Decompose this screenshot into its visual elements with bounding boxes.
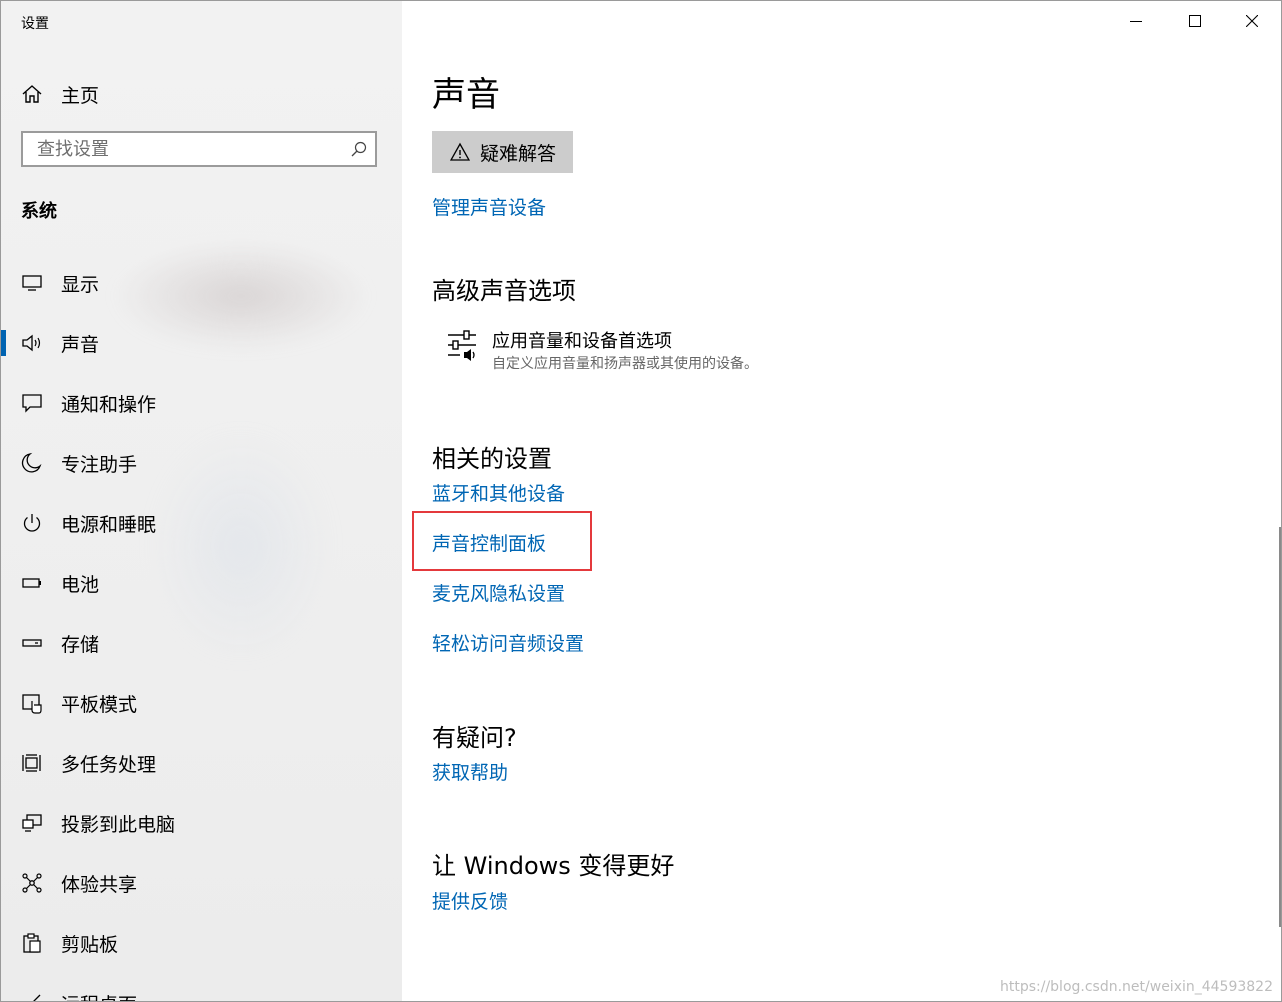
tablet-mode-icon [21,692,43,714]
sidebar-item-focus-assist[interactable]: 专注助手 [1,433,402,493]
page-title: 声音 [432,75,500,115]
highlight-box [412,511,592,571]
bluetooth-devices-link[interactable]: 蓝牙和其他设备 [432,479,565,506]
scrollbar[interactable] [1279,527,1281,927]
monitor-icon [21,272,43,294]
sidebar-item-label: 投影到此电脑 [61,814,176,836]
multitasking-icon [21,752,43,774]
search-icon[interactable] [351,141,367,157]
sidebar-item-label: 多任务处理 [61,754,157,776]
battery-icon [21,572,43,594]
get-help-link[interactable]: 获取帮助 [432,758,508,785]
app-title: 设置 [21,16,49,32]
project-icon [21,812,43,834]
troubleshoot-button[interactable]: 疑难解答 [432,131,573,173]
sidebar-item-battery[interactable]: 电池 [1,553,402,613]
sidebar-item-label: 专注助手 [61,454,138,476]
remote-desktop-icon [21,992,43,1001]
sidebar: 设置 主页 系统 显示 声 [1,1,402,1001]
help-heading: 有疑问? [432,724,517,752]
sidebar-item-label: 剪贴板 [61,934,119,956]
power-icon [21,512,43,534]
sidebar-item-label: 声音 [61,334,100,356]
sidebar-item-label: 显示 [61,274,100,296]
sidebar-item-sound[interactable]: 声音 [1,313,402,373]
sidebar-item-display[interactable]: 显示 [1,253,402,313]
sidebar-item-label: 体验共享 [61,874,138,896]
related-settings-heading: 相关的设置 [432,445,552,473]
feedback-heading: 让 Windows 变得更好 [432,852,675,880]
sidebar-item-label: 通知和操作 [61,394,157,416]
main-content: 声音 疑难解答 管理声音设备 高级声音选项 应用音量和设备首选项 自定义应用音量… [402,1,1281,1001]
app-volume-description: 自定义应用音量和扬声器或其使用的设备。 [492,356,758,372]
sidebar-item-clipboard[interactable]: 剪贴板 [1,913,402,973]
home-label: 主页 [61,84,100,107]
home-nav-item[interactable]: 主页 [21,79,99,109]
give-feedback-link[interactable]: 提供反馈 [432,887,508,914]
app-volume-preferences-item[interactable]: 应用音量和设备首选项 自定义应用音量和扬声器或其使用的设备。 [442,325,842,375]
sidebar-item-label: 存储 [61,634,100,656]
notification-icon [21,392,43,414]
close-button[interactable] [1229,1,1275,41]
sidebar-item-remote-desktop[interactable]: 远程桌面 [1,973,402,1001]
manage-sound-devices-link[interactable]: 管理声音设备 [432,193,546,220]
watermark: https://blog.csdn.net/weixin_44593822 [999,979,1273,995]
sidebar-item-project[interactable]: 投影到此电脑 [1,793,402,853]
sidebar-item-power-sleep[interactable]: 电源和睡眠 [1,493,402,553]
maximize-button[interactable] [1172,1,1218,41]
search-box[interactable] [21,131,377,167]
sidebar-item-label: 电源和睡眠 [61,514,157,536]
troubleshoot-label: 疑难解答 [480,142,557,165]
sidebar-nav: 显示 声音 通知和操作 专注助手 电源和睡眠 电池 存储 平板模式 多任务处理 … [1,253,402,1001]
share-icon [21,872,43,894]
advanced-sound-heading: 高级声音选项 [432,277,576,305]
home-icon [21,83,43,105]
section-label-system: 系统 [21,201,57,222]
speaker-icon [21,332,43,354]
sidebar-item-label: 电池 [61,574,100,596]
app-volume-title: 应用音量和设备首选项 [492,331,672,352]
sidebar-item-multitasking[interactable]: 多任务处理 [1,733,402,793]
minimize-button[interactable] [1113,1,1159,41]
storage-icon [21,632,43,654]
clipboard-icon [21,932,43,954]
moon-icon [21,452,43,474]
sidebar-item-tablet-mode[interactable]: 平板模式 [1,673,402,733]
search-input[interactable] [23,133,357,165]
sliders-icon [446,329,478,361]
warning-icon [450,142,470,162]
microphone-privacy-link[interactable]: 麦克风隐私设置 [432,579,565,606]
sidebar-item-shared-experiences[interactable]: 体验共享 [1,853,402,913]
settings-window: 设置 主页 系统 显示 声 [0,0,1282,1002]
sidebar-item-label: 平板模式 [61,694,138,716]
ease-of-access-audio-link[interactable]: 轻松访问音频设置 [432,629,584,656]
sidebar-item-label: 远程桌面 [61,990,137,1001]
sidebar-item-storage[interactable]: 存储 [1,613,402,673]
sidebar-item-notifications[interactable]: 通知和操作 [1,373,402,433]
